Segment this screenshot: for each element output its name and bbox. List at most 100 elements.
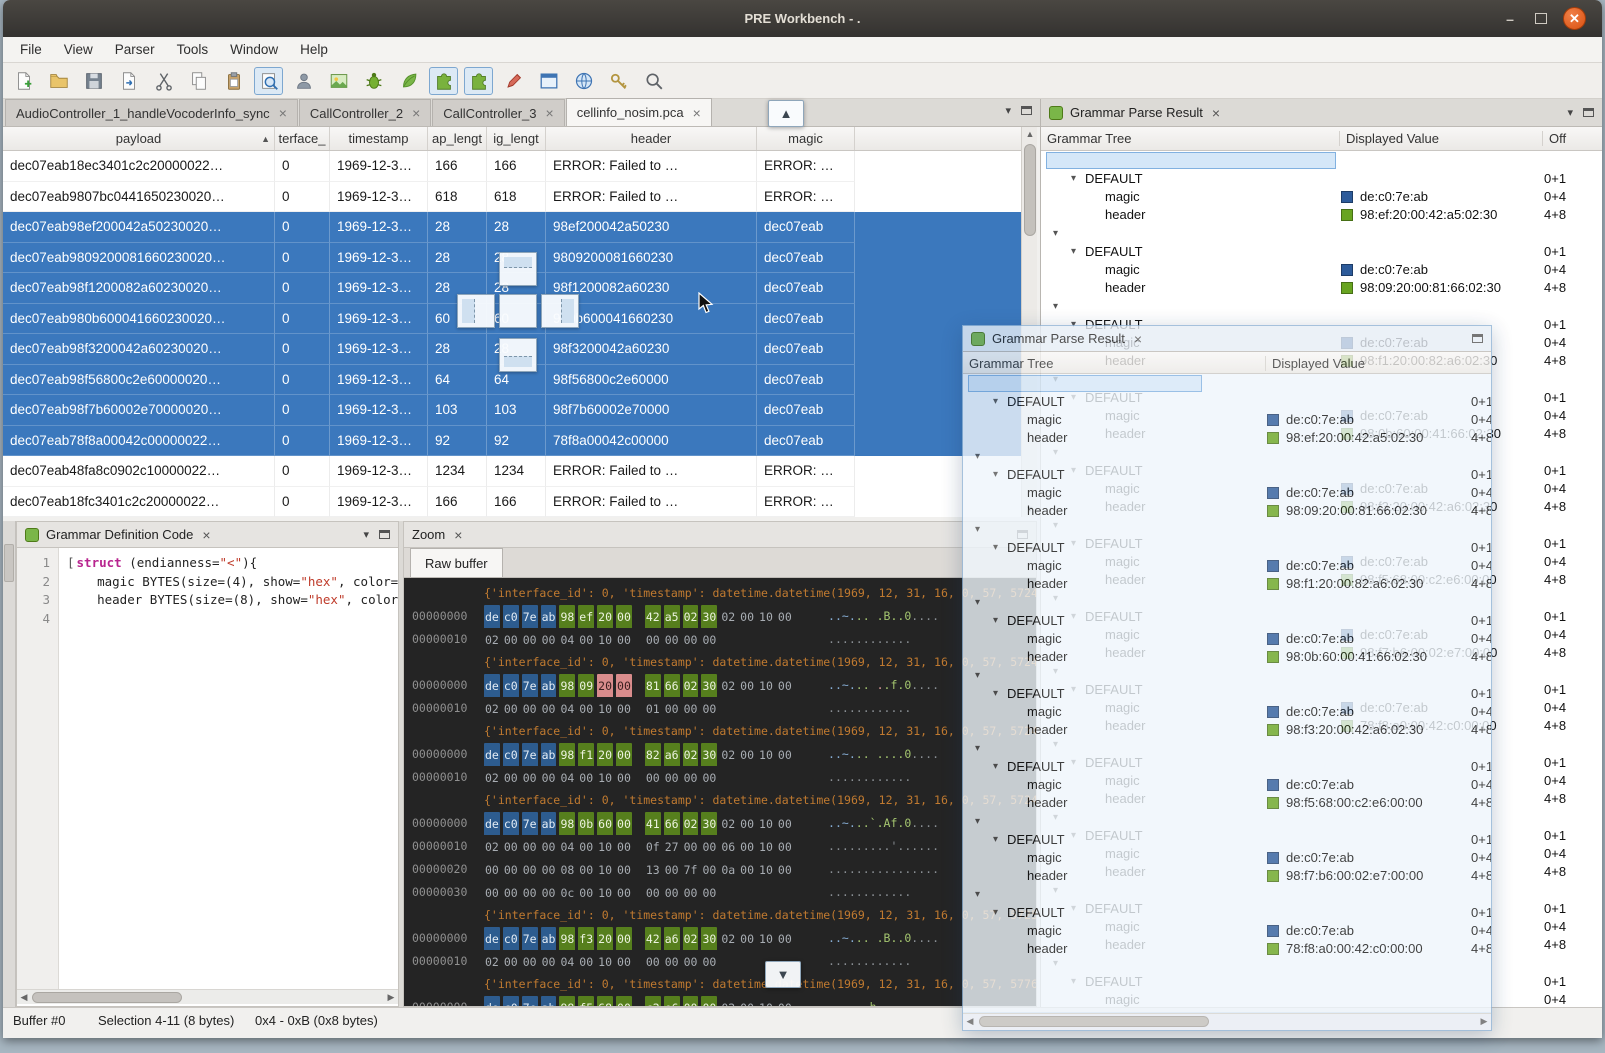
hex-byte[interactable]: 10 (758, 743, 774, 766)
dock-target-bottom-icon[interactable] (499, 338, 537, 372)
tree-column-header[interactable]: Grammar Tree Displayed Value (963, 352, 1491, 374)
hex-row[interactable]: 00000000dec07eab98f1200082a6023002001000… (404, 743, 1036, 766)
tree-field-row[interactable]: header98:09:20:00:81:66:02:304+8 (963, 502, 1491, 520)
hex-byte[interactable]: 00 (739, 835, 755, 858)
hex-byte[interactable]: 10 (758, 927, 774, 950)
tree-field-row[interactable]: magicde:c0:7e:ab0+4 (1041, 188, 1602, 206)
hex-byte[interactable]: 30 (701, 743, 717, 766)
hex-byte[interactable]: 66 (664, 812, 680, 835)
hex-byte[interactable]: 00 (777, 835, 793, 858)
floating-horizontal-scrollbar[interactable]: ◀ ▶ (963, 1013, 1491, 1030)
hex-row[interactable]: 00000010020000000400100000000000........… (404, 628, 1036, 651)
hex-byte[interactable]: 7f (683, 858, 699, 881)
tree-struct-row[interactable]: ▾DEFAULT0+1 (1041, 242, 1602, 260)
close-button[interactable]: ✕ (1563, 7, 1586, 30)
hex-byte[interactable]: a6 (664, 927, 680, 950)
hex-byte[interactable]: 98 (559, 812, 575, 835)
hex-byte[interactable]: 10 (758, 835, 774, 858)
tree-item-row[interactable]: ▾ (963, 374, 1491, 392)
hex-byte[interactable]: 00 (777, 996, 793, 1006)
tree-field-row[interactable]: magicde:c0:7e:ab0+4 (963, 703, 1491, 721)
tree-item-row[interactable]: ▾ (1041, 297, 1602, 315)
hex-byte[interactable]: 00 (683, 996, 699, 1006)
hex-byte[interactable]: c0 (503, 996, 519, 1006)
hex-row[interactable]: 00000010020000000400100000000000........… (404, 766, 1036, 789)
chevron-down-icon[interactable]: ▾ (1067, 246, 1080, 257)
hex-byte[interactable]: 00 (683, 766, 699, 789)
hex-byte[interactable]: de (484, 743, 500, 766)
hex-row[interactable]: 00000010020000000400100000000000........… (404, 950, 1036, 973)
minimize-button[interactable]: – (1501, 11, 1519, 27)
hex-byte[interactable]: 10 (758, 812, 774, 835)
tab-cellinfo_nosim.pca[interactable]: cellinfo_nosim.pca× (566, 98, 712, 126)
hex-byte[interactable]: f3 (578, 927, 594, 950)
tree-struct-row[interactable]: ▾DEFAULT0+1 (963, 392, 1491, 410)
hex-byte[interactable]: 98 (559, 605, 575, 628)
hex-row[interactable]: 00000030000000000c00100000000000........… (404, 881, 1036, 904)
hex-byte[interactable]: 00 (777, 812, 793, 835)
close-icon[interactable]: × (202, 527, 210, 543)
hex-byte[interactable]: 7e (522, 674, 538, 697)
tree-field-row[interactable]: magicde:c0:7e:ab0+4 (963, 557, 1491, 575)
hex-byte[interactable]: 30 (701, 812, 717, 835)
hex-byte[interactable]: 00 (739, 674, 755, 697)
title-bar[interactable]: PRE Workbench - . – ✕ (3, 0, 1602, 37)
hex-byte[interactable]: 00 (578, 835, 594, 858)
hex-byte[interactable]: 00 (616, 996, 632, 1006)
tree-field-row[interactable]: header98:f3:20:00:42:a6:02:304+8 (963, 721, 1491, 739)
hex-byte[interactable]: 98 (559, 996, 575, 1006)
hex-byte[interactable]: 00 (616, 766, 632, 789)
hex-byte[interactable]: 10 (758, 674, 774, 697)
hex-byte[interactable]: 04 (559, 766, 575, 789)
dock-target-center-icon[interactable] (499, 294, 537, 328)
hex-byte[interactable]: 0a (720, 858, 736, 881)
chevron-down-icon[interactable]: ▾ (1049, 155, 1062, 166)
hex-byte[interactable]: 20 (597, 605, 613, 628)
hex-byte[interactable]: 08 (559, 858, 575, 881)
dock-target-left-icon[interactable] (457, 294, 495, 328)
close-icon[interactable]: × (1212, 105, 1220, 121)
hex-row[interactable]: 00000010020000000400100001000000........… (404, 697, 1036, 720)
chevron-down-icon[interactable]: ▾ (1049, 301, 1062, 312)
column-grammar-tree[interactable]: Grammar Tree (969, 356, 1054, 371)
hex-byte[interactable]: 00 (777, 674, 793, 697)
chevron-down-icon[interactable]: ▾ (971, 889, 984, 900)
hex-byte[interactable]: 02 (683, 812, 699, 835)
table-row[interactable]: dec07eab9807bc0441650230020…01969-12-3…6… (3, 182, 1021, 213)
hex-byte[interactable]: 42 (645, 927, 661, 950)
tree-field-row[interactable]: magicde:c0:7e:ab0+4 (963, 411, 1491, 429)
hex-byte[interactable]: 00 (701, 628, 717, 651)
code-line[interactable]: [struct (endianness="<"){ (67, 555, 398, 574)
close-icon[interactable]: × (454, 527, 462, 543)
hex-byte[interactable]: 00 (578, 858, 594, 881)
hex-byte[interactable]: e6 (664, 996, 680, 1006)
tree-field-row[interactable]: magicde:c0:7e:ab0+4 (963, 484, 1491, 502)
grammar-icon[interactable] (429, 67, 458, 95)
hex-byte[interactable]: 00 (701, 697, 717, 720)
hex-byte[interactable]: 98 (559, 674, 575, 697)
hex-row[interactable]: 00000020000000000800100013007f000a001000… (404, 858, 1036, 881)
hex-byte[interactable]: 00 (701, 996, 717, 1006)
tree-field-row[interactable]: header98:ef:20:00:42:a5:02:304+8 (963, 429, 1491, 447)
hex-byte[interactable]: 06 (720, 835, 736, 858)
hex-byte[interactable]: 00 (578, 881, 594, 904)
hex-byte[interactable]: 00 (701, 950, 717, 973)
hex-byte[interactable]: 10 (597, 881, 613, 904)
tree-field-row[interactable]: header98:09:20:00:81:66:02:304+8 (1041, 279, 1602, 297)
hex-byte[interactable]: 7e (522, 927, 538, 950)
floating-parse-result-panel[interactable]: Grammar Parse Result × Grammar Tree Disp… (962, 325, 1492, 1031)
hex-byte[interactable]: 00 (664, 950, 680, 973)
column-header-ig_lengt[interactable]: ig_lengt (487, 127, 546, 150)
hex-byte[interactable]: 00 (616, 605, 632, 628)
hex-byte[interactable]: 81 (645, 674, 661, 697)
tab-close-icon[interactable]: × (693, 105, 701, 121)
close-icon[interactable]: × (1134, 331, 1142, 347)
tab-close-icon[interactable]: × (279, 105, 287, 121)
table-row[interactable]: dec07eab98f7b60002e70000020…01969-12-3…1… (3, 395, 1021, 426)
scroll-right-icon[interactable]: ▶ (384, 990, 398, 1005)
hex-byte[interactable]: 02 (720, 996, 736, 1006)
hex-byte[interactable]: 02 (484, 697, 500, 720)
hex-byte[interactable]: 10 (597, 628, 613, 651)
hex-byte[interactable]: 00 (616, 927, 632, 950)
chevron-down-icon[interactable]: ▾ (989, 542, 1002, 553)
